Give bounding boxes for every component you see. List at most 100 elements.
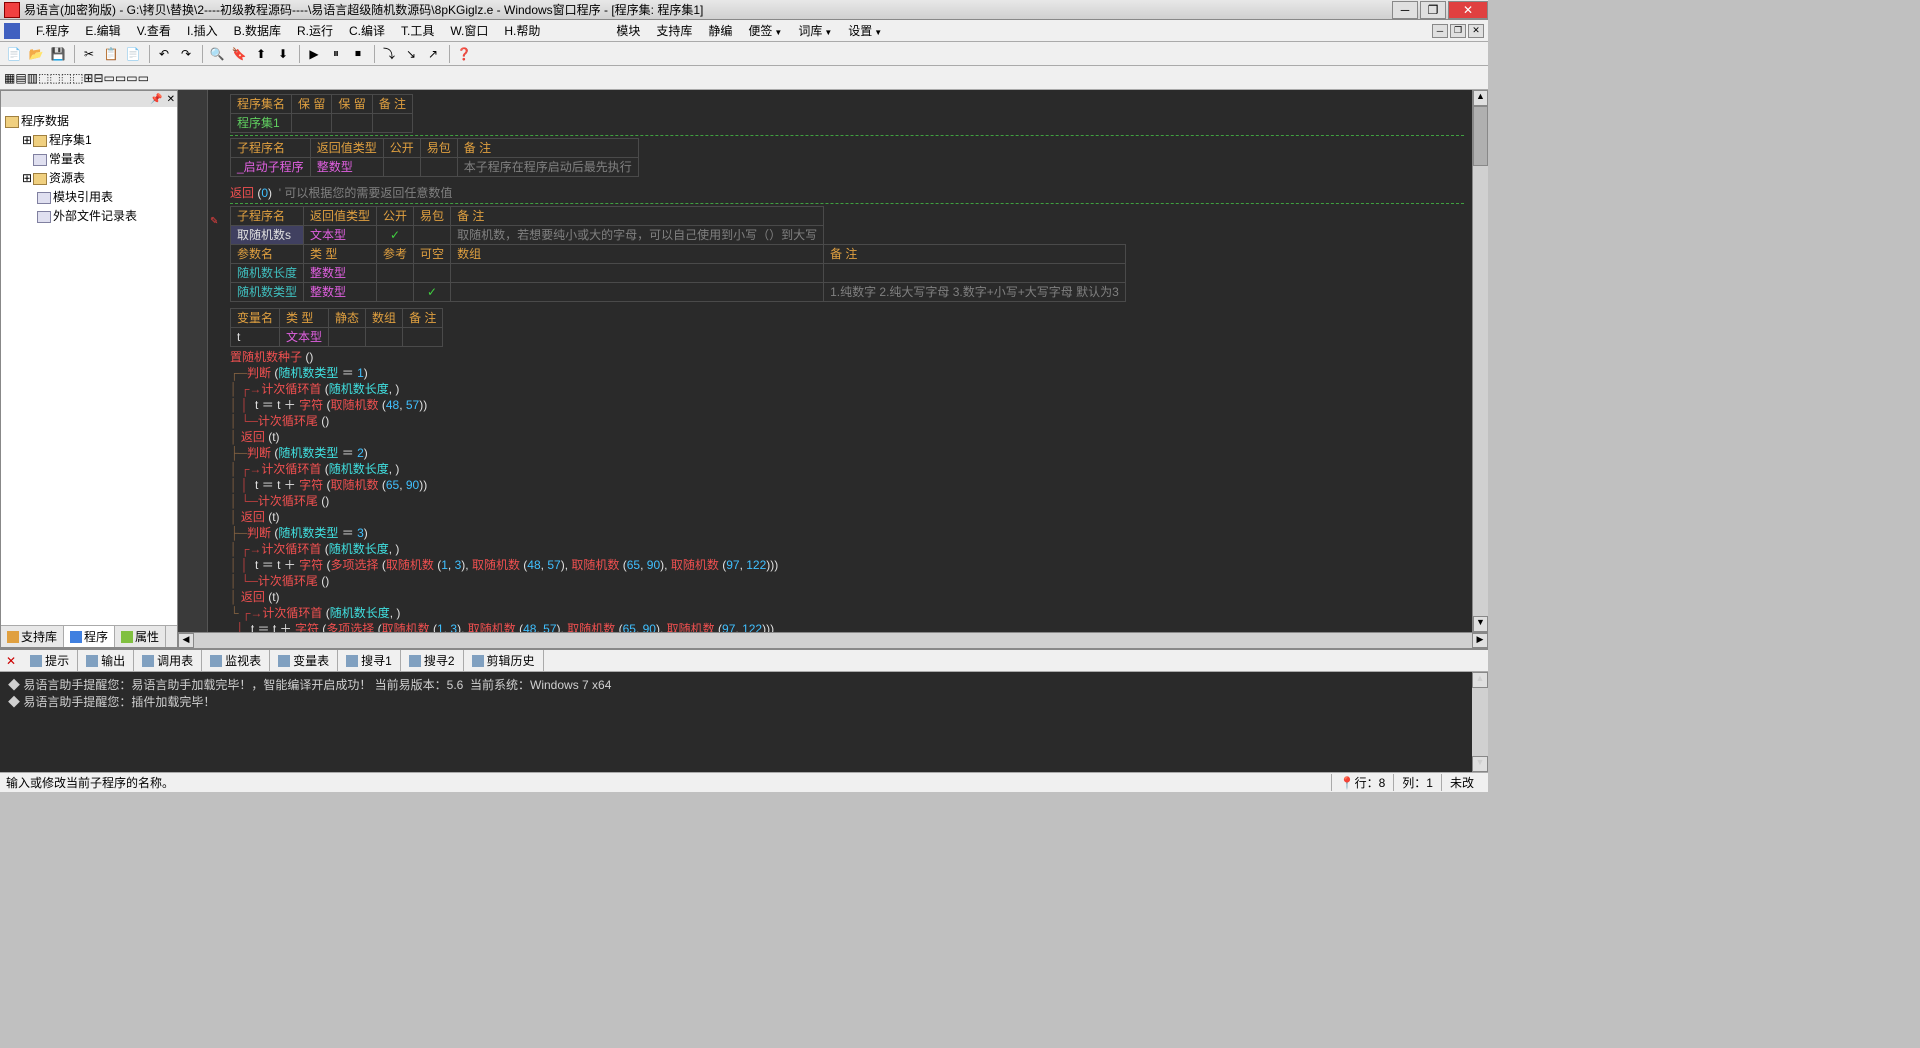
- mdi-close-button[interactable]: ✕: [1468, 24, 1484, 38]
- stop-button[interactable]: ⏹: [348, 44, 368, 64]
- status-row: 📍行：8: [1331, 774, 1394, 791]
- marker-gutter: ✎: [208, 90, 222, 632]
- tool-10[interactable]: ▭: [104, 71, 115, 85]
- scroll-down-button[interactable]: ▼: [1473, 616, 1488, 632]
- app-menu-icon[interactable]: [4, 23, 20, 39]
- tree-item[interactable]: ⊞资源表: [5, 168, 173, 187]
- minimize-button[interactable]: ─: [1392, 1, 1418, 19]
- app-icon: [4, 2, 20, 18]
- prev-bookmark-button[interactable]: ⬆: [251, 44, 271, 64]
- window-title: 易语言(加密狗版) - G:\拷贝\替换\2----初级教程源码----\易语言…: [24, 1, 1390, 18]
- tab-hints[interactable]: 提示: [22, 650, 78, 671]
- tool-1[interactable]: ▦: [4, 71, 15, 85]
- scroll-right-button[interactable]: ▶: [1472, 633, 1488, 648]
- help-button[interactable]: ❓: [454, 44, 474, 64]
- variable-table: 变量名类 型静态数组备 注 t文本型: [230, 308, 443, 347]
- copy-button[interactable]: 📋: [101, 44, 121, 64]
- close-button[interactable]: ✕: [1448, 1, 1488, 19]
- left-tab-properties[interactable]: 属性: [115, 626, 166, 647]
- menu-window[interactable]: W.窗口: [442, 20, 496, 41]
- cut-button[interactable]: ✂: [79, 44, 99, 64]
- new-button[interactable]: 📄: [4, 44, 24, 64]
- maximize-button[interactable]: ❐: [1420, 1, 1446, 19]
- status-modified: 未改: [1441, 774, 1482, 791]
- tool-4[interactable]: ⬚: [38, 71, 49, 85]
- tab-search2[interactable]: 搜寻2: [401, 650, 464, 671]
- pause-button[interactable]: ⏸: [326, 44, 346, 64]
- tool-8[interactable]: ⊞: [83, 71, 93, 85]
- close-output-button[interactable]: ✕: [0, 654, 22, 668]
- tool-12[interactable]: ▭: [126, 71, 137, 85]
- code-editor[interactable]: ✎ 程序集名保 留保 留备 注 程序集1 子程序名返回值类型公开易包备 注 _启…: [178, 90, 1488, 632]
- open-button[interactable]: 📂: [26, 44, 46, 64]
- scroll-up-button[interactable]: ▲: [1473, 90, 1488, 106]
- menu-view[interactable]: V.查看: [129, 20, 179, 41]
- left-tab-program[interactable]: 程序: [64, 626, 115, 647]
- output-line: ◆ 易语言助手提醒您：易语言助手加载完毕！，智能编译开启成功！ 当前易版本：5.…: [8, 676, 1480, 693]
- menu-help[interactable]: H.帮助: [496, 20, 548, 41]
- status-message: 输入或修改当前子程序的名称。: [6, 774, 1331, 791]
- tab-vars[interactable]: 变量表: [270, 650, 338, 671]
- toolbar-main: 📄 📂 💾 ✂ 📋 📄 ↶ ↷ 🔍 🔖 ⬆ ⬇ ▶ ⏸ ⏹ ⤵ ↘ ↗ ❓: [0, 42, 1488, 66]
- save-button[interactable]: 💾: [48, 44, 68, 64]
- tab-calltable[interactable]: 调用表: [134, 650, 202, 671]
- output-vscrollbar[interactable]: ▲ ▼: [1472, 672, 1488, 772]
- menu-settings[interactable]: 设置▼: [840, 20, 890, 41]
- menu-compile[interactable]: C.编译: [341, 20, 393, 41]
- scroll-thumb[interactable]: [1473, 106, 1488, 166]
- tool-9[interactable]: ⊟: [93, 71, 103, 85]
- output-panel[interactable]: ◆ 易语言助手提醒您：易语言助手加载完毕！，智能编译开启成功！ 当前易版本：5.…: [0, 672, 1488, 772]
- redo-button[interactable]: ↷: [176, 44, 196, 64]
- tool-3[interactable]: ▥: [27, 71, 38, 85]
- step-into-button[interactable]: ↘: [401, 44, 421, 64]
- editor-vscrollbar[interactable]: ▲ ▼: [1472, 90, 1488, 632]
- left-tab-support[interactable]: 支持库: [1, 626, 64, 647]
- tree-item[interactable]: 外部文件记录表: [5, 206, 173, 225]
- subroutine-table-2[interactable]: 子程序名返回值类型公开易包备 注 取随机数s文本型✓取随机数，若想要纯小或大的字…: [230, 206, 1126, 302]
- menu-database[interactable]: B.数据库: [226, 20, 289, 41]
- tab-watch[interactable]: 监视表: [202, 650, 270, 671]
- scroll-left-button[interactable]: ◀: [178, 633, 194, 648]
- paste-button[interactable]: 📄: [123, 44, 143, 64]
- menu-static[interactable]: 静编: [700, 20, 740, 41]
- tool-11[interactable]: ▭: [115, 71, 126, 85]
- project-tree[interactable]: 程序数据 ⊞程序集1 常量表 ⊞资源表 模块引用表 外部文件记录表: [1, 107, 177, 625]
- run-button[interactable]: ▶: [304, 44, 324, 64]
- menu-edit[interactable]: E.编辑: [77, 20, 128, 41]
- undo-button[interactable]: ↶: [154, 44, 174, 64]
- close-panel-button[interactable]: ✕: [167, 94, 175, 105]
- menu-dict[interactable]: 词库▼: [790, 20, 840, 41]
- tab-search1[interactable]: 搜寻1: [338, 650, 401, 671]
- subroutine-table-1: 子程序名返回值类型公开易包备 注 _启动子程序整数型本子程序在程序启动后最先执行: [230, 138, 639, 177]
- tree-root[interactable]: 程序数据: [5, 111, 173, 130]
- step-out-button[interactable]: ↗: [423, 44, 443, 64]
- next-bookmark-button[interactable]: ⬇: [273, 44, 293, 64]
- tree-item[interactable]: 模块引用表: [5, 187, 173, 206]
- left-panel: 📌 ✕ 程序数据 ⊞程序集1 常量表 ⊞资源表 模块引用表 外部文件记录表 支持…: [0, 90, 178, 648]
- pin-icon[interactable]: 📌: [150, 94, 162, 105]
- menu-module[interactable]: 模块: [608, 20, 648, 41]
- menu-tools[interactable]: T.工具: [393, 20, 442, 41]
- mdi-restore-button[interactable]: ❐: [1450, 24, 1466, 38]
- step-over-button[interactable]: ⤵: [379, 44, 399, 64]
- tool-5[interactable]: ⬚: [49, 71, 60, 85]
- menu-insert[interactable]: I.插入: [179, 20, 226, 41]
- menu-file[interactable]: F.程序: [28, 20, 77, 41]
- find-button[interactable]: 🔍: [207, 44, 227, 64]
- bottom-tabs: ✕ 提示 输出 调用表 监视表 变量表 搜寻1 搜寻2 剪辑历史: [0, 650, 1488, 672]
- menu-notes[interactable]: 便签▼: [740, 20, 790, 41]
- menu-run[interactable]: R.运行: [289, 20, 341, 41]
- mdi-minimize-button[interactable]: ─: [1432, 24, 1448, 38]
- menu-support[interactable]: 支持库: [648, 20, 700, 41]
- tool-6[interactable]: ⬚: [61, 71, 72, 85]
- tab-cliphistory[interactable]: 剪辑历史: [464, 650, 544, 671]
- tool-13[interactable]: ▭: [138, 71, 149, 85]
- tree-item[interactable]: ⊞程序集1: [5, 130, 173, 149]
- tool-7[interactable]: ⬚: [72, 71, 83, 85]
- output-line: ◆ 易语言助手提醒您：插件加载完毕！: [8, 693, 1480, 710]
- tool-2[interactable]: ▤: [15, 71, 26, 85]
- editor-hscrollbar[interactable]: ◀ ▶: [178, 632, 1488, 648]
- tree-item[interactable]: 常量表: [5, 149, 173, 168]
- bookmark-button[interactable]: 🔖: [229, 44, 249, 64]
- tab-output[interactable]: 输出: [78, 650, 134, 671]
